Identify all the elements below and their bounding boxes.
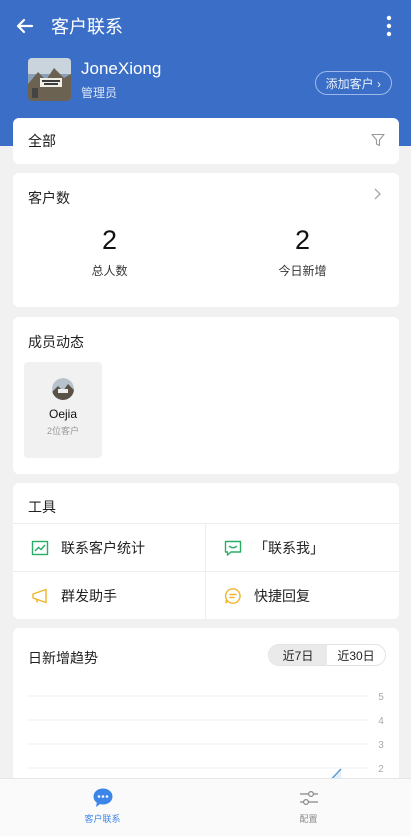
- more-vertical-icon[interactable]: [381, 14, 397, 38]
- username: JoneXiong: [81, 59, 162, 78]
- today-label: 今日新增: [278, 264, 327, 278]
- total-stat: 2 总人数: [13, 223, 206, 279]
- y-tick-label: 2: [378, 764, 384, 775]
- trend-title: 日新增趋势: [28, 650, 98, 666]
- total-count: 2: [101, 225, 118, 255]
- tool-label: 群发助手: [61, 588, 117, 604]
- tools-grid: 联系客户统计 「联系我」 群发助手 快捷回复: [13, 523, 399, 620]
- trend-chart: 5 4 3 2: [27, 692, 384, 785]
- daily-trend-card: 日新增趋势 近7日 近30日 5 4 3 2: [13, 628, 399, 788]
- chat-bubble-icon: [92, 787, 114, 809]
- tool-label: 「联系我」: [254, 540, 324, 556]
- filter-card[interactable]: 全部: [13, 118, 399, 164]
- tool-quick-reply[interactable]: 快捷回复: [206, 572, 399, 620]
- range-toggle: 近7日 近30日: [268, 644, 386, 666]
- tab-label: 配置: [299, 814, 318, 824]
- today-stat: 2 今日新增: [206, 223, 399, 279]
- chevron-right-icon[interactable]: [373, 187, 383, 201]
- tab-label: 客户联系: [84, 814, 121, 824]
- tools-card: 工具 联系客户统计 「联系我」 群发助手 快捷回复: [13, 483, 399, 620]
- message-icon: [224, 539, 242, 557]
- user-role: 管理员: [81, 86, 118, 100]
- avatar: [28, 58, 71, 101]
- range-7-days[interactable]: 近7日: [269, 645, 327, 665]
- member-customer-count: 2位客户: [46, 426, 79, 436]
- filter-icon[interactable]: [371, 133, 385, 147]
- customer-count-title: 客户数: [28, 190, 70, 206]
- top-bar: 客户联系: [0, 0, 411, 52]
- tools-title: 工具: [28, 499, 56, 515]
- tool-contact-me[interactable]: 「联系我」: [206, 524, 399, 572]
- member-activity-title: 成员动态: [28, 334, 84, 350]
- tool-label: 联系客户统计: [61, 540, 145, 556]
- y-tick-label: 3: [378, 740, 384, 751]
- y-tick-label: 5: [378, 692, 384, 703]
- member-tile[interactable]: Oejia 2位客户: [24, 362, 102, 458]
- total-label: 总人数: [91, 264, 128, 278]
- page-title: 客户联系: [51, 17, 123, 37]
- arrow-left-icon[interactable]: [14, 15, 36, 37]
- range-30-days[interactable]: 近30日: [327, 645, 385, 665]
- member-activity-card: 成员动态 Oejia 2位客户: [13, 317, 399, 474]
- tool-contact-stats[interactable]: 联系客户统计: [13, 524, 206, 572]
- tool-broadcast[interactable]: 群发助手: [13, 572, 206, 620]
- today-count: 2: [294, 225, 311, 255]
- y-tick-label: 4: [378, 716, 384, 727]
- member-name: Oejia: [48, 407, 77, 421]
- filter-label: 全部: [28, 133, 56, 149]
- tab-settings[interactable]: 配置: [206, 779, 411, 836]
- member-avatar: [52, 378, 74, 400]
- quick-reply-icon: [224, 587, 242, 605]
- customer-count-card[interactable]: 客户数 2 总人数 2 今日新增: [13, 173, 399, 307]
- tab-customer-contact[interactable]: 客户联系: [0, 779, 205, 836]
- sliders-icon: [298, 787, 320, 809]
- megaphone-icon: [31, 587, 49, 605]
- profile-block: JoneXiong 管理员: [28, 58, 161, 101]
- line-chart-icon: [31, 539, 49, 557]
- add-customer-button[interactable]: 添加客户 ›: [314, 71, 392, 95]
- bottom-tab-bar: 客户联系 配置: [0, 778, 411, 836]
- tool-label: 快捷回复: [254, 588, 310, 604]
